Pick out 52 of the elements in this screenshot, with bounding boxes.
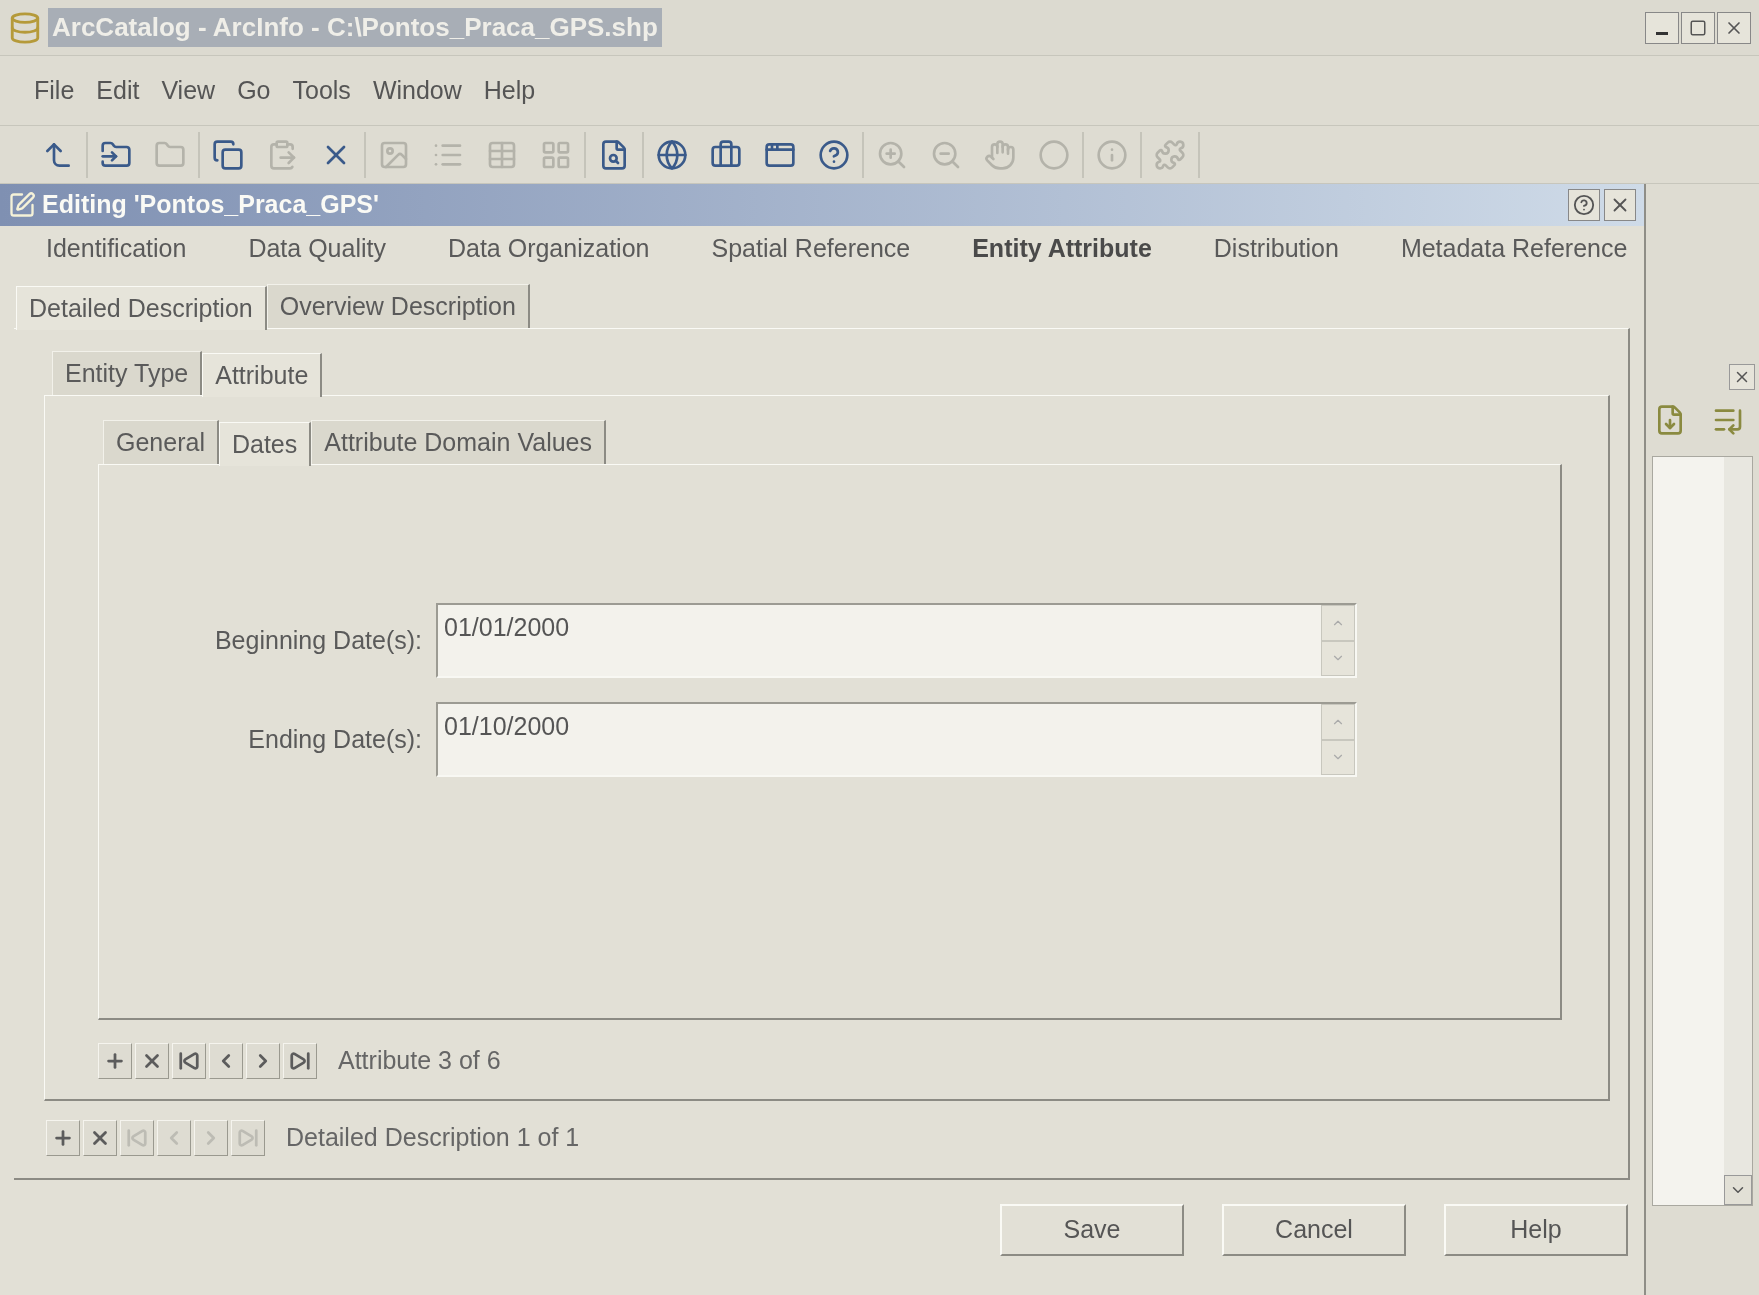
window-title: ArcCatalog - ArcInfo - C:\Pontos_Praca_GPS.shp [48,8,662,47]
delete-icon[interactable] [83,1119,117,1156]
tab[interactable]: Overview Description [266,284,530,328]
maximize-icon [1689,18,1707,37]
section-tab[interactable]: Identification [46,230,187,268]
edit-icon [8,191,36,219]
tab[interactable]: General [103,420,219,464]
dialog-button[interactable]: Save [1000,1204,1184,1256]
minimize-icon [1656,32,1668,35]
menu-item[interactable]: Edit [96,71,140,110]
menu-item[interactable]: Help [483,71,536,110]
app-icon [8,10,42,45]
menu-item[interactable]: Go [237,71,271,110]
help-icon [1573,194,1595,216]
help-button[interactable] [1568,189,1600,221]
field-label: Beginning Date(s): [213,624,423,656]
scroll-down-button[interactable] [1724,1175,1752,1205]
minimize-button[interactable] [1645,11,1679,44]
close-button[interactable] [1604,189,1636,221]
section-tab[interactable]: Spatial Reference [711,230,911,268]
section-tab[interactable]: Entity Attribute [972,230,1152,268]
tab[interactable]: Attribute Domain Values [311,420,606,464]
add-icon[interactable] [46,1119,80,1156]
add-icon[interactable] [98,1042,132,1079]
section-tab[interactable]: Data Organization [447,230,650,268]
close-button[interactable] [1717,11,1751,44]
menu-item[interactable]: Tools [292,71,351,110]
tab[interactable]: Entity Type [52,351,203,395]
field-label: Ending Date(s): [247,723,423,755]
tab[interactable]: Dates [218,422,312,466]
record-counter: Attribute 3 of 6 [338,1045,501,1076]
section-tab[interactable]: Distribution [1213,230,1339,268]
tab[interactable]: Detailed Description [16,286,267,330]
menu-item[interactable]: View [161,71,216,110]
section-tab[interactable]: Metadata Reference [1400,230,1628,268]
dialog-button[interactable]: Cancel [1222,1204,1406,1256]
tab[interactable]: Attribute [202,353,323,397]
close-button[interactable] [1729,364,1755,390]
dialog-button[interactable]: Help [1444,1204,1628,1256]
field-value: 01/10/2000 [443,711,571,742]
menu-item[interactable]: Window [372,71,462,110]
previous-icon[interactable] [209,1042,243,1079]
maximize-button[interactable] [1681,11,1715,44]
field-value: 01/01/2000 [443,612,571,643]
next-icon[interactable] [246,1042,280,1079]
record-counter: Detailed Description 1 of 1 [286,1122,580,1153]
dialog-title: Editing 'Pontos_Praca_GPS' [42,189,379,221]
first-icon[interactable] [172,1042,206,1079]
last-icon[interactable] [283,1042,317,1079]
menu-item[interactable]: File [34,71,75,110]
delete-icon[interactable] [135,1042,169,1079]
section-tab[interactable]: Data Quality [248,230,386,268]
